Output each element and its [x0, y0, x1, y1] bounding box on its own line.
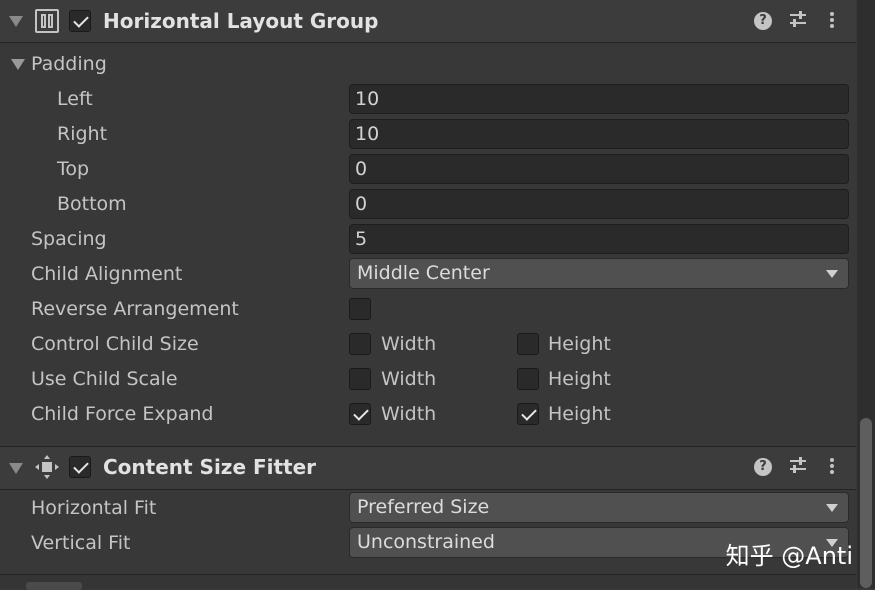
- child-alignment-label: Child Alignment: [31, 263, 183, 285]
- horizontal-fit-value: Preferred Size: [357, 496, 490, 518]
- child-alignment-dropdown[interactable]: Middle Center: [349, 258, 849, 289]
- dropdown-arrow-icon: [826, 270, 838, 278]
- control-child-size-width-checkbox[interactable]: [349, 333, 371, 355]
- component-header-content-size-fitter[interactable]: Content Size Fitter ?: [0, 446, 856, 490]
- padding-foldout-icon[interactable]: [11, 59, 25, 70]
- horizontal-fit-dropdown[interactable]: Preferred Size: [349, 492, 849, 523]
- component-enabled-checkbox[interactable]: [69, 10, 91, 32]
- padding-top-field[interactable]: 0: [349, 154, 849, 184]
- watermark: 知乎 @Anti: [725, 542, 853, 570]
- control-child-size-label: Control Child Size: [31, 333, 199, 355]
- use-child-scale-width-checkbox[interactable]: [349, 368, 371, 390]
- next-component-edge: [0, 574, 856, 590]
- horizontal-fit-label: Horizontal Fit: [31, 497, 157, 519]
- foldout-arrow-icon[interactable]: [9, 16, 23, 27]
- padding-left-label: Left: [57, 88, 93, 110]
- use-child-scale-width-label: Width: [381, 368, 437, 390]
- use-child-scale-label: Use Child Scale: [31, 368, 178, 390]
- padding-top-label: Top: [57, 158, 90, 180]
- use-child-scale-height-label: Height: [548, 368, 611, 390]
- dropdown-arrow-icon: [826, 504, 838, 512]
- kebab-menu-icon[interactable]: [830, 10, 834, 30]
- reverse-arrangement-label: Reverse Arrangement: [31, 298, 239, 320]
- padding-bottom-label: Bottom: [57, 193, 127, 215]
- child-force-expand-height-checkbox[interactable]: [517, 403, 539, 425]
- control-child-size-height-checkbox[interactable]: [517, 333, 539, 355]
- foldout-arrow-icon[interactable]: [9, 463, 23, 474]
- help-icon[interactable]: ?: [754, 12, 772, 30]
- vertical-fit-label: Vertical Fit: [31, 532, 131, 554]
- help-icon[interactable]: ?: [754, 458, 772, 476]
- kebab-menu-icon[interactable]: [830, 456, 834, 476]
- padding-bottom-field[interactable]: 0: [349, 189, 849, 219]
- scrollbar-thumb[interactable]: [860, 418, 872, 588]
- component-title: Horizontal Layout Group: [103, 9, 379, 33]
- spacing-label: Spacing: [31, 228, 107, 250]
- preset-sliders-icon[interactable]: [788, 455, 808, 480]
- content-size-fitter-icon: [35, 455, 59, 479]
- component-enabled-checkbox[interactable]: [69, 456, 91, 478]
- padding-label[interactable]: Padding: [31, 53, 107, 75]
- child-force-expand-height-label: Height: [548, 403, 611, 425]
- preset-sliders-icon[interactable]: [788, 9, 808, 34]
- vertical-fit-value: Unconstrained: [357, 531, 495, 553]
- spacing-field[interactable]: 5: [349, 224, 849, 254]
- padding-left-field[interactable]: 10: [349, 84, 849, 114]
- component-title: Content Size Fitter: [103, 455, 317, 479]
- padding-right-field[interactable]: 10: [349, 119, 849, 149]
- child-force-expand-width-checkbox[interactable]: [349, 403, 371, 425]
- control-child-size-width-label: Width: [381, 333, 437, 355]
- reverse-arrangement-checkbox[interactable]: [349, 298, 371, 320]
- control-child-size-height-label: Height: [548, 333, 611, 355]
- child-alignment-value: Middle Center: [357, 262, 490, 284]
- padding-right-label: Right: [57, 123, 108, 145]
- use-child-scale-height-checkbox[interactable]: [517, 368, 539, 390]
- child-force-expand-label: Child Force Expand: [31, 403, 214, 425]
- horizontal-layout-icon: [35, 9, 59, 33]
- component-header-horizontal-layout-group[interactable]: Horizontal Layout Group ?: [0, 0, 856, 43]
- child-force-expand-width-label: Width: [381, 403, 437, 425]
